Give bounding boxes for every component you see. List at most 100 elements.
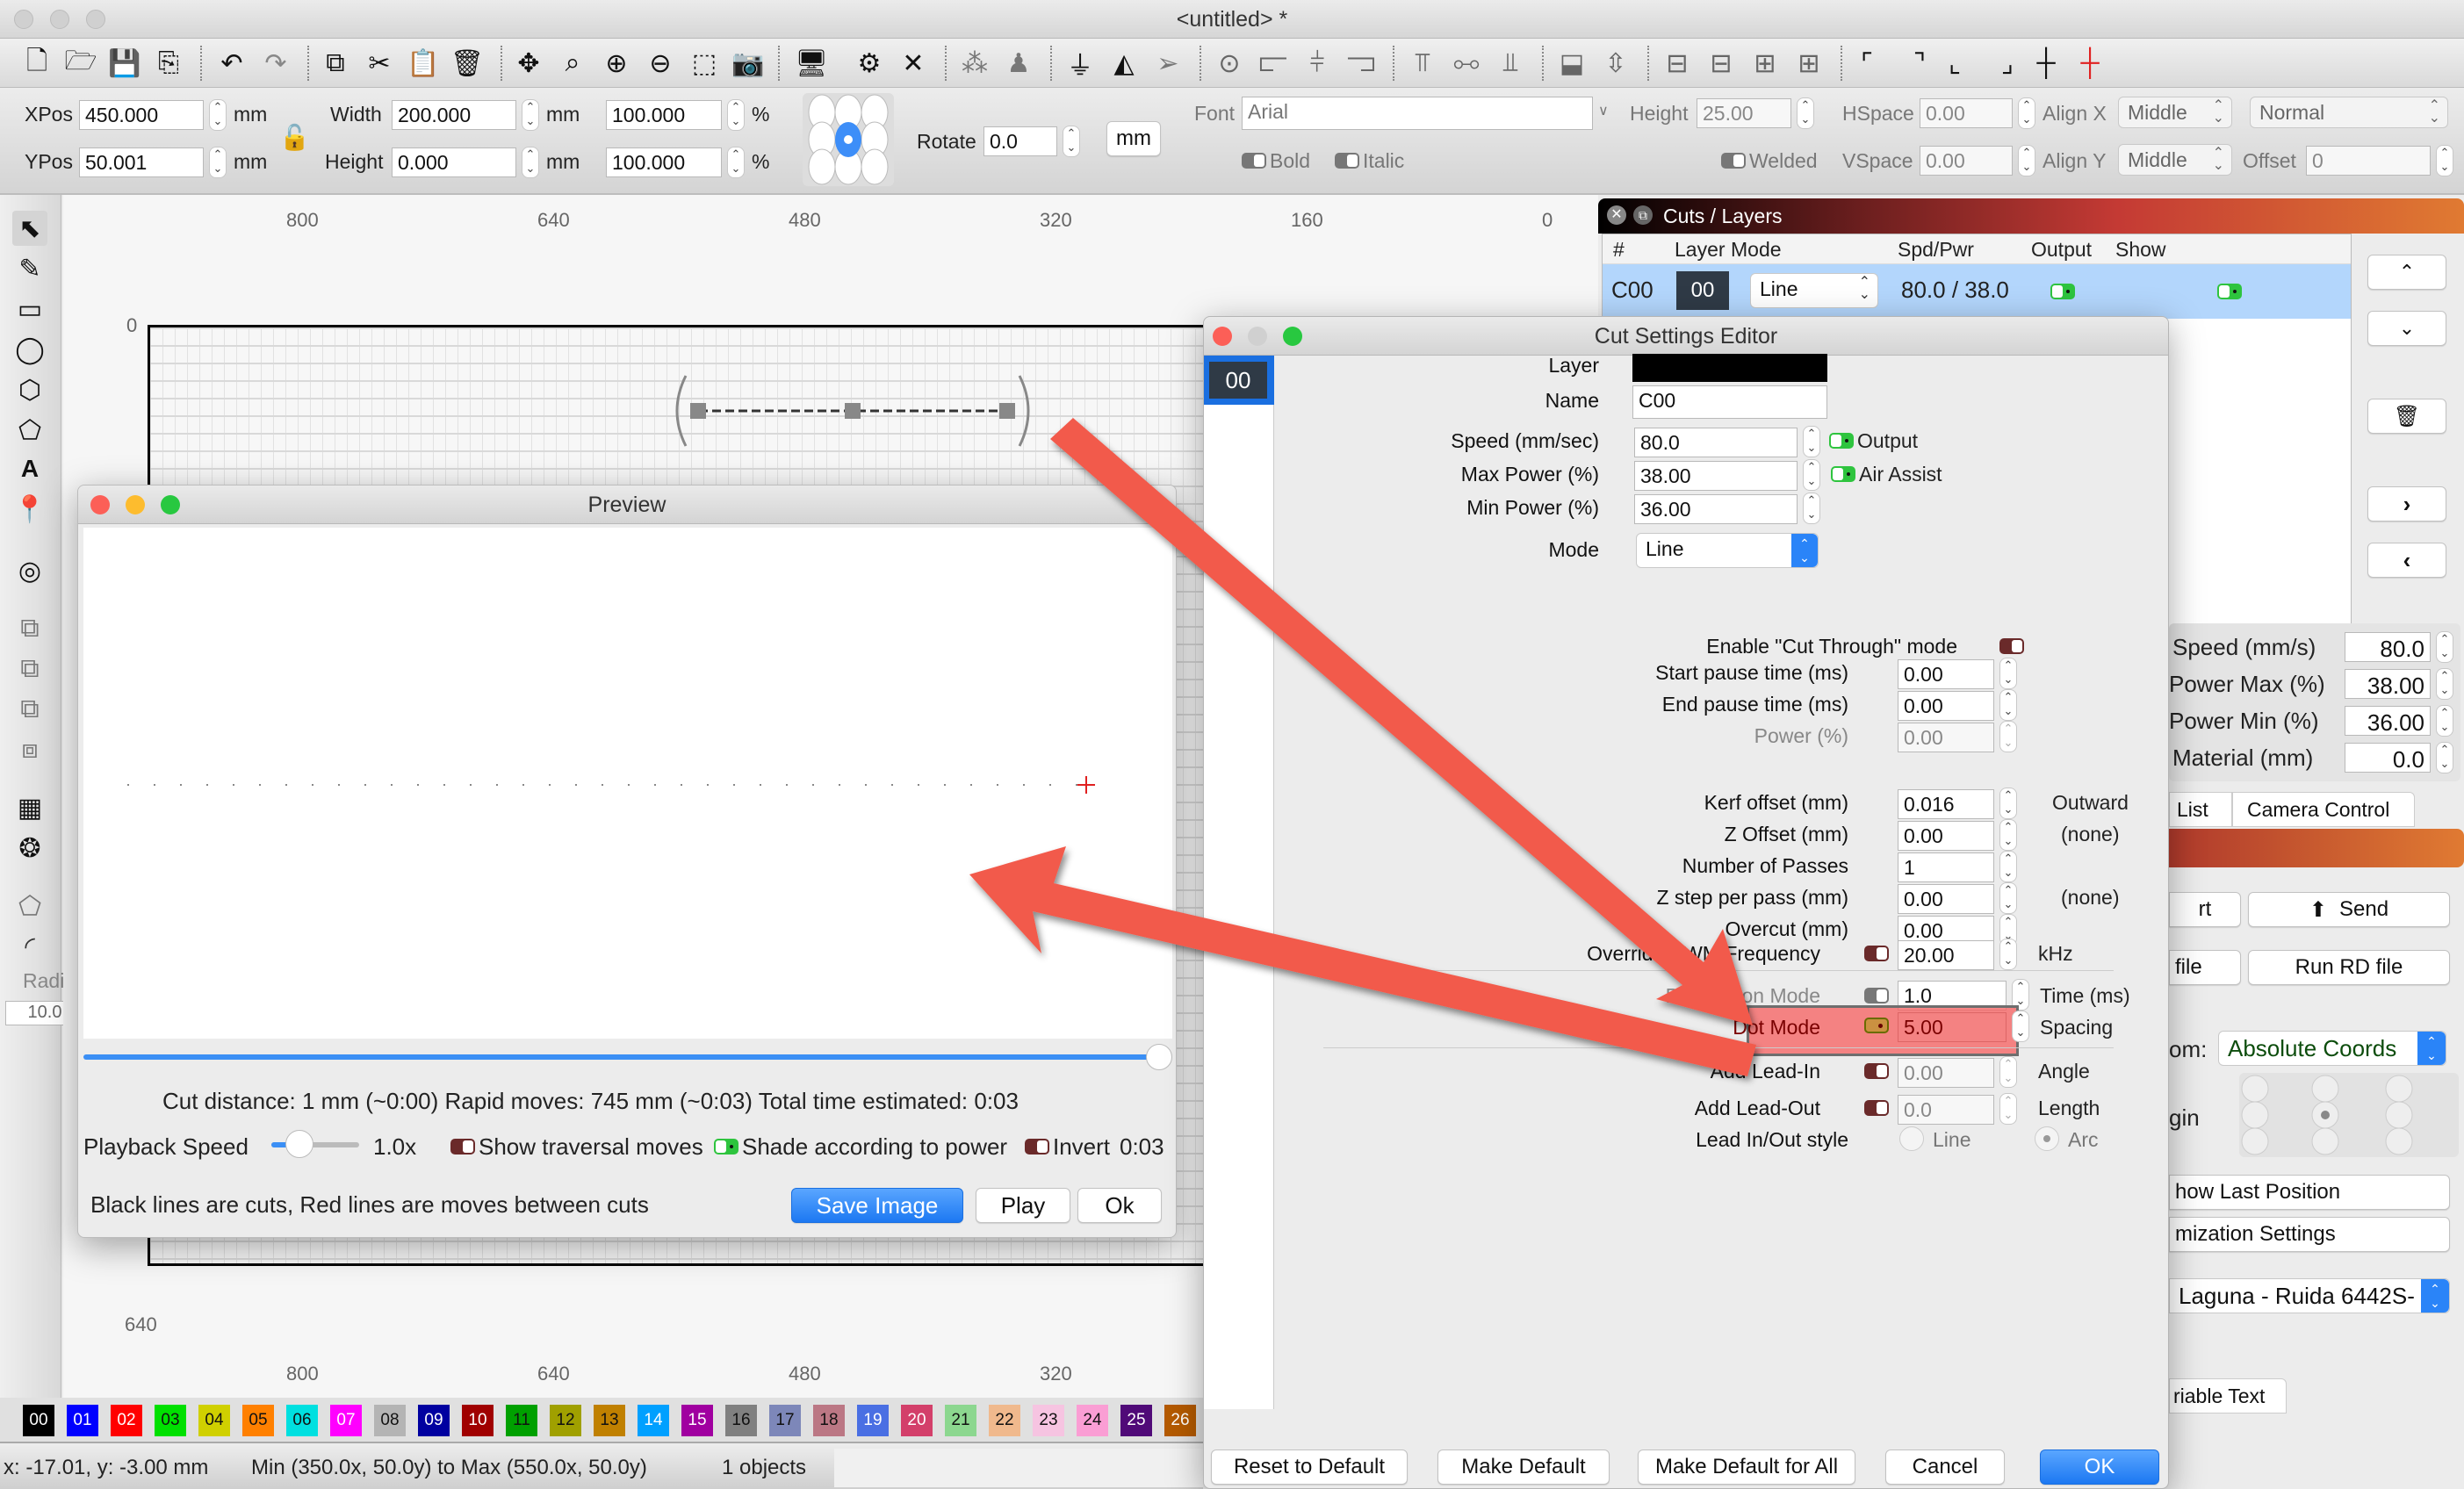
xpos-stepper[interactable]: ⌃ ⌄ <box>209 99 227 131</box>
ypos-input[interactable]: 50.001 <box>79 147 204 177</box>
corner-radius-icon[interactable]: ◜ <box>12 929 47 964</box>
reset-to-default-button[interactable]: Reset to Default <box>1211 1449 1408 1485</box>
palette-swatch-00[interactable]: 00 <box>23 1405 54 1436</box>
kerf-input[interactable]: 0.016 <box>1898 789 1994 819</box>
row-mode-select[interactable]: Line ⌃ ⌄ <box>1750 273 1878 308</box>
align-bottom-icon[interactable]: ⫫ <box>1493 46 1528 81</box>
italic-toggle[interactable] <box>1335 153 1359 169</box>
offset-input[interactable]: 0 <box>2306 146 2431 176</box>
laser-crosshair-icon[interactable]: ┼ <box>2072 46 2107 81</box>
palette-swatch-03[interactable]: 03 <box>155 1405 186 1436</box>
palette-swatch-21[interactable]: 21 <box>945 1405 976 1436</box>
palette-swatch-02[interactable]: 02 <box>111 1405 142 1436</box>
scale-height-input[interactable]: 100.000 <box>606 147 722 177</box>
offset-stepper[interactable]: ⌃ ⌄ <box>2436 145 2453 176</box>
invert-toggle[interactable] <box>1025 1139 1049 1155</box>
mode-select[interactable]: Line ⌃ ⌄ <box>1636 533 1819 568</box>
import-icon[interactable]: ⎘ <box>151 46 186 81</box>
playback-speed-handle[interactable] <box>285 1130 313 1158</box>
width-input[interactable]: 200.000 <box>392 100 516 130</box>
power-stepper[interactable]: ⌃ ⌄ <box>1999 721 2017 752</box>
ellipse-icon[interactable]: ◯ <box>12 332 47 367</box>
height-stepper[interactable]: ⌃ ⌄ <box>522 147 539 178</box>
new-file-icon[interactable]: 🗋 <box>19 46 54 81</box>
lead-in-toggle[interactable] <box>1864 1063 1889 1079</box>
prev-layer-button[interactable]: ‹ <box>2367 543 2446 578</box>
palette-swatch-14[interactable]: 14 <box>638 1405 669 1436</box>
send-icon[interactable]: ➢ <box>1150 46 1185 81</box>
hspace-input[interactable]: 0.00 <box>1920 98 2013 128</box>
rotate-input[interactable]: 0.0 <box>983 126 1057 156</box>
zstep-stepper[interactable]: ⌃ ⌄ <box>1999 882 2017 914</box>
name-input[interactable]: C00 <box>1632 385 1827 419</box>
move-layer-up-button[interactable]: ⌃ <box>2367 255 2446 290</box>
hspace-stepper[interactable]: ⌃ ⌄ <box>2018 97 2035 129</box>
align-left-icon[interactable]: ⫍ <box>1256 46 1291 81</box>
perforation-toggle[interactable] <box>1864 988 1889 1003</box>
preview-ok-button[interactable]: Ok <box>1077 1188 1162 1223</box>
palette-swatch-12[interactable]: 12 <box>550 1405 581 1436</box>
save-image-button[interactable]: Save Image <box>791 1188 963 1223</box>
lead-style-arc-radio[interactable] <box>2035 1126 2059 1151</box>
min-power-stepper[interactable]: ⌃ ⌄ <box>1803 493 1820 524</box>
float-panel-icon[interactable]: ⧉ <box>1633 205 1653 225</box>
tab-list[interactable]: List <box>2169 792 2232 827</box>
alignx-select[interactable]: Middle ⌃ ⌄ <box>2118 97 2232 128</box>
text-icon[interactable]: A <box>12 451 47 486</box>
corner-br-icon[interactable]: ⌟ <box>1990 46 2025 81</box>
preview-progress-handle[interactable] <box>1146 1044 1172 1070</box>
zoffset-input[interactable]: 0.00 <box>1898 821 1994 851</box>
redo-icon[interactable]: ↷ <box>258 46 293 81</box>
min-power-input[interactable]: 36.00 <box>1634 494 1798 524</box>
shape-icon[interactable]: ⬠ <box>12 413 47 448</box>
monitor-icon[interactable]: 🖥 <box>794 46 829 81</box>
run-rd-file-button[interactable]: Run RD file <box>2248 950 2450 985</box>
vspace-stepper[interactable]: ⌃ ⌄ <box>2018 145 2035 176</box>
dist-h-icon[interactable]: ⬓ <box>1554 46 1589 81</box>
palette-swatch-10[interactable]: 10 <box>462 1405 494 1436</box>
camera-icon[interactable]: 📷 <box>731 46 766 81</box>
font-dropdown-arrow[interactable]: ∨ <box>1598 102 1609 119</box>
start-from-select[interactable]: Absolute Coords ⌃ ⌄ <box>2218 1031 2446 1066</box>
palette-swatch-17[interactable]: 17 <box>769 1405 801 1436</box>
align-middle-icon[interactable]: ⧟ <box>1449 46 1484 81</box>
move-layer-down-button[interactable]: ⌄ <box>2367 311 2446 346</box>
selected-line-shape[interactable] <box>659 363 1046 459</box>
align-center-icon[interactable]: ⫩ <box>1300 46 1335 81</box>
start-pause-input[interactable]: 0.00 <box>1898 659 1994 689</box>
start-button[interactable]: rt <box>2169 892 2241 927</box>
mirror-icon[interactable]: ◭ <box>1106 46 1142 81</box>
zoffset-stepper[interactable]: ⌃ ⌄ <box>1999 819 2017 851</box>
palette-swatch-06[interactable]: 06 <box>286 1405 318 1436</box>
device-select[interactable]: Laguna - Ruida 6442S- ⌃ ⌄ <box>2169 1278 2450 1313</box>
optimization-settings-button[interactable]: mization Settings <box>2169 1217 2450 1252</box>
text-height-input[interactable]: 25.00 <box>1697 98 1791 128</box>
delete-layer-button[interactable]: 🗑 <box>2367 399 2446 434</box>
align-right-icon[interactable]: ⫎ <box>1344 46 1379 81</box>
ok-button[interactable]: OK <box>2040 1449 2159 1485</box>
aligny-select[interactable]: Middle ⌃ ⌄ <box>2118 144 2232 176</box>
shade-power-toggle[interactable] <box>714 1139 738 1155</box>
text-style-select[interactable]: Normal ⌃ ⌄ <box>2250 97 2448 128</box>
palette-swatch-05[interactable]: 05 <box>242 1405 274 1436</box>
polygon-icon[interactable]: ⬡ <box>12 372 47 407</box>
pmin-stepper[interactable]: ⌃ ⌄ <box>2436 705 2453 737</box>
tab-camera-control[interactable]: Camera Control <box>2232 792 2415 827</box>
power-input[interactable]: 0.00 <box>1898 723 1994 752</box>
palette-swatch-26[interactable]: 26 <box>1164 1405 1196 1436</box>
position-pin-icon[interactable]: 📍 <box>12 492 47 527</box>
vspace-input[interactable]: 0.00 <box>1920 146 2013 176</box>
kerf-stepper[interactable]: ⌃ ⌄ <box>1999 788 2017 819</box>
playback-speed-slider[interactable] <box>271 1142 359 1147</box>
dot-mode-toggle[interactable] <box>1864 1018 1889 1033</box>
delete-icon[interactable]: 🗑 <box>450 46 485 81</box>
lead-in-stepper[interactable]: ⌃ ⌄ <box>1999 1056 2017 1088</box>
boolean-intersect-icon[interactable]: ⧉ <box>12 692 47 727</box>
layer-color-swatch[interactable] <box>1632 354 1827 382</box>
passes-stepper[interactable]: ⌃ ⌄ <box>1999 851 2017 882</box>
send-button[interactable]: ⬆ Send <box>2248 892 2450 927</box>
row-show-toggle[interactable] <box>2217 284 2242 299</box>
start-pause-stepper[interactable]: ⌃ ⌄ <box>1999 658 2017 689</box>
settings-gear-icon[interactable]: ⚙ <box>852 46 887 81</box>
ypos-stepper[interactable]: ⌃ ⌄ <box>209 147 227 178</box>
